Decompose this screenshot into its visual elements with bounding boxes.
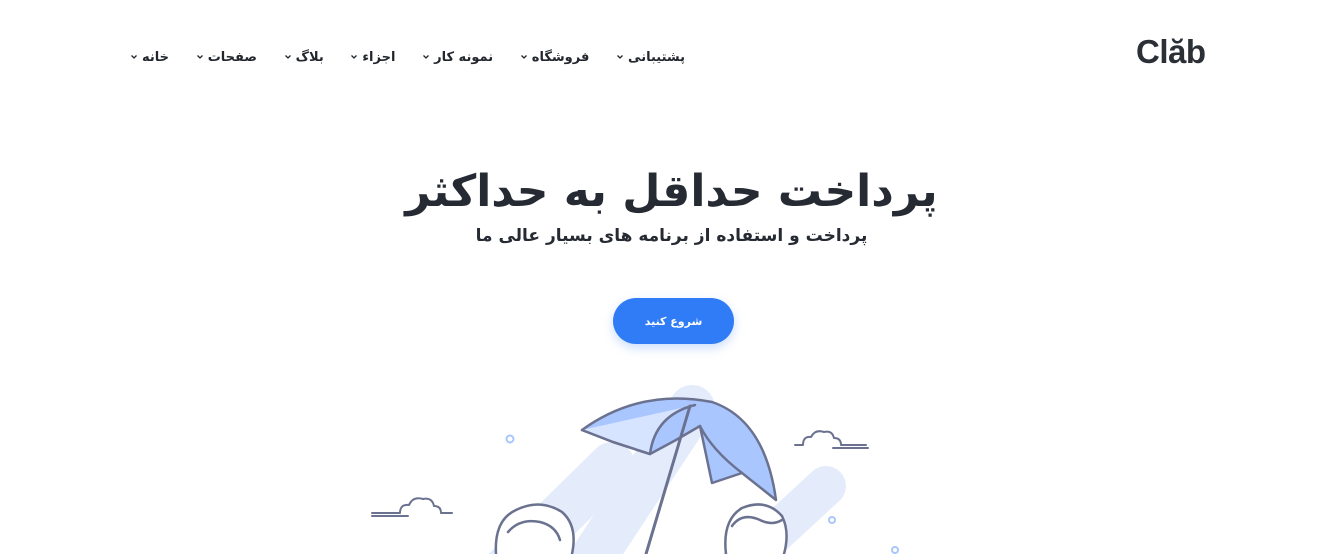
get-started-button[interactable]: شروع کنید	[613, 298, 734, 344]
chevron-down-icon	[284, 53, 292, 61]
hero-subtitle: پرداخت و استفاده از برنامه های بسیار عال…	[475, 226, 868, 246]
nav-item-label: فروشگاه	[531, 49, 590, 65]
chevron-down-icon	[196, 53, 204, 61]
person-left-icon	[494, 503, 575, 554]
cloud-icon	[794, 430, 869, 449]
hero-title: پرداخت حداقل به حداکثر	[405, 166, 938, 217]
nav-item-label: صفحات	[207, 49, 257, 65]
chevron-down-icon	[422, 53, 430, 61]
nav-item-label: نمونه کار	[434, 49, 494, 65]
nav-item-support[interactable]: پشتیبانی	[616, 50, 685, 65]
person-right-icon	[724, 503, 788, 554]
nav-item-label: اجزاء	[362, 49, 396, 65]
nav-item-blog[interactable]: بلاگ	[284, 50, 324, 65]
chevron-down-icon	[350, 53, 358, 61]
nav-item-components[interactable]: اجزاء	[350, 50, 395, 65]
nav-item-shop[interactable]: فروشگاه	[520, 49, 590, 65]
nav-item-portfolio[interactable]: نمونه کار	[422, 50, 493, 65]
nav-item-label: بلاگ	[295, 49, 324, 65]
chevron-down-icon	[616, 53, 624, 61]
main-nav: خانه صفحات بلاگ اجزاء نمونه کار فروشگاه …	[130, 45, 685, 69]
hero-illustration	[371, 385, 899, 554]
cloud-icon	[371, 497, 453, 517]
chevron-down-icon	[130, 53, 138, 61]
chevron-down-icon	[520, 53, 528, 61]
nav-item-home[interactable]: خانه	[130, 50, 169, 65]
nav-item-label: پشتیبانی	[628, 49, 685, 65]
nav-item-label: خانه	[142, 49, 170, 65]
brand-logo[interactable]: Clăb	[1136, 33, 1206, 71]
nav-item-pages[interactable]: صفحات	[196, 50, 257, 65]
